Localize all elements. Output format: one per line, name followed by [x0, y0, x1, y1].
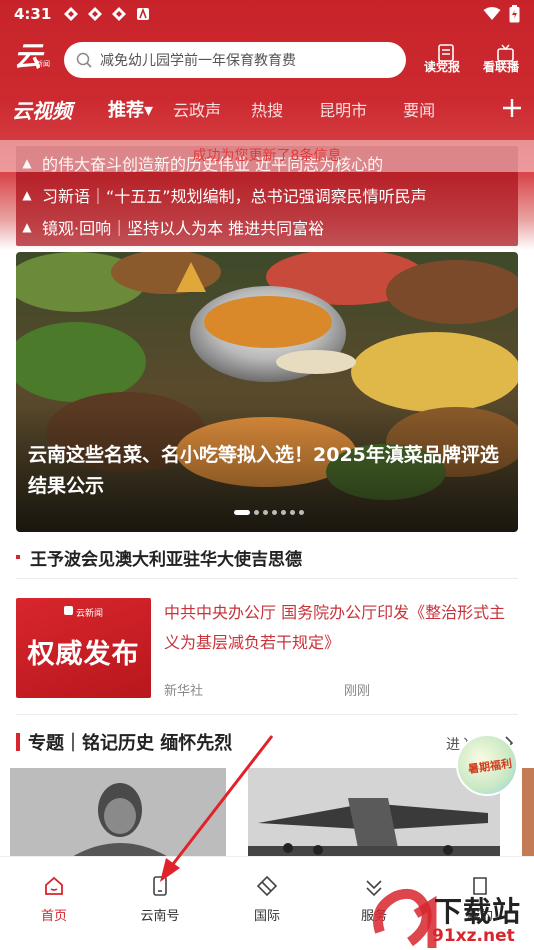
- home-icon: [45, 876, 63, 895]
- watch-broadcast-label: 看联播: [482, 60, 519, 74]
- tab-kunming[interactable]: 昆明市: [319, 97, 367, 121]
- search-bar[interactable]: 减免幼儿园学前一年保育教育费: [64, 42, 406, 78]
- refresh-toast: 成功为您更新了8条信息: [0, 140, 534, 172]
- app-logo[interactable]: 云 新闻: [14, 42, 54, 80]
- read-party-label: 读党报: [423, 60, 460, 74]
- tab-hot-search[interactable]: 热搜: [251, 97, 283, 121]
- thumbnail-brand: 云新闻: [76, 609, 104, 619]
- ticker-item[interactable]: ▲ 习新语｜“十五五”规划编制，总书记强调察民情听民声: [22, 180, 427, 210]
- tab-yunzhengsheng[interactable]: 云政声: [173, 97, 221, 121]
- headline-text: 王予波会见澳大利亚驻华大使吉思德: [30, 549, 302, 570]
- tab-video[interactable]: 云视频: [12, 95, 88, 124]
- carousel-dot: [290, 510, 295, 515]
- nav-home[interactable]: 首页: [14, 875, 94, 924]
- notification-icon: [88, 7, 103, 21]
- carousel-dot: [263, 510, 268, 515]
- hero-banner[interactable]: 云南这些名菜、名小吃等拟入选！2025年滇菜品牌评选结果公示: [16, 252, 518, 532]
- logo-subtext: 新闻: [36, 60, 50, 68]
- pin-icon: ▲: [22, 188, 32, 202]
- hero-title: 云南这些名菜、名小吃等拟入选！2025年滇菜品牌评选结果公示: [28, 444, 499, 497]
- thumbnail-text: 权威发布: [27, 639, 140, 670]
- status-time: 4:31: [14, 5, 52, 23]
- topic-title: 专题｜铭记历史 缅怀先烈: [28, 733, 233, 754]
- carousel-dot: [272, 510, 277, 515]
- channel-tabs: 云视频 推荐▾ 云政声 热搜 昆明市 要闻: [0, 88, 534, 130]
- divider: [16, 714, 518, 715]
- article-thumbnail[interactable]: 云新闻 权威发布: [16, 598, 151, 698]
- article-time: 刚刚: [344, 684, 371, 699]
- notification-icon: [64, 7, 79, 21]
- section-marker: [16, 733, 20, 751]
- tab-important-news[interactable]: 要闻: [403, 97, 435, 121]
- divider: [16, 578, 518, 579]
- topic-image-partial[interactable]: [522, 768, 534, 858]
- topic-image-portrait[interactable]: [10, 768, 226, 858]
- app-notification-icon: [137, 7, 150, 20]
- wifi-icon: [483, 7, 501, 20]
- nav-label: 国际: [253, 909, 280, 924]
- article-title[interactable]: 中共中央办公厅 国务院办公厅印发《整治形式主义为基层减负若干规定》: [164, 598, 516, 658]
- topic-header: 专题｜铭记历史 缅怀先烈: [16, 730, 232, 754]
- ticker-item-text: 习新语｜“十五五”规划编制，总书记强调察民情听民声: [42, 187, 427, 206]
- summer-benefit-badge[interactable]: 暑期福利: [456, 734, 518, 796]
- headline-item[interactable]: 王予波会见澳大利亚驻华大使吉思德: [16, 542, 518, 572]
- carousel-indicator: [234, 510, 304, 515]
- tab-recommend[interactable]: 推荐▾: [108, 96, 153, 122]
- phone-icon: [153, 876, 167, 896]
- article-source: 新华社: [164, 684, 204, 699]
- carousel-dot: [281, 510, 286, 515]
- carousel-dot: [299, 510, 304, 515]
- battery-icon: [509, 5, 520, 23]
- watch-broadcast-button[interactable]: 看联播: [480, 44, 522, 80]
- add-channel-icon[interactable]: [500, 96, 524, 120]
- ticker-item[interactable]: ▲ 镜观·回响｜坚持以人为本 推进共同富裕: [22, 212, 324, 242]
- notification-icon: [112, 7, 127, 21]
- bullet-dot: [16, 555, 20, 559]
- watermark-url: 91xz.net: [432, 926, 515, 946]
- pin-icon: ▲: [22, 220, 32, 234]
- status-bar: 4:31: [0, 0, 534, 28]
- carousel-dot: [254, 510, 259, 515]
- nav-international[interactable]: 国际: [227, 875, 307, 924]
- watermark-text: 下载站: [434, 895, 522, 928]
- nav-label: 云南号: [140, 909, 180, 924]
- ticker-item-text: 镜观·回响｜坚持以人为本 推进共同富裕: [42, 219, 325, 238]
- search-icon: [76, 52, 92, 68]
- nav-label: 首页: [40, 909, 67, 924]
- badge-text: 暑期福利: [467, 756, 513, 776]
- nav-yunnan-account[interactable]: 云南号: [120, 875, 200, 924]
- globe-icon: [256, 875, 278, 897]
- search-placeholder: 减免幼儿园学前一年保育教育费: [100, 53, 296, 69]
- brand-icon: [64, 606, 73, 615]
- carousel-dot-active: [234, 510, 250, 515]
- read-party-paper-button[interactable]: 读党报: [421, 44, 463, 80]
